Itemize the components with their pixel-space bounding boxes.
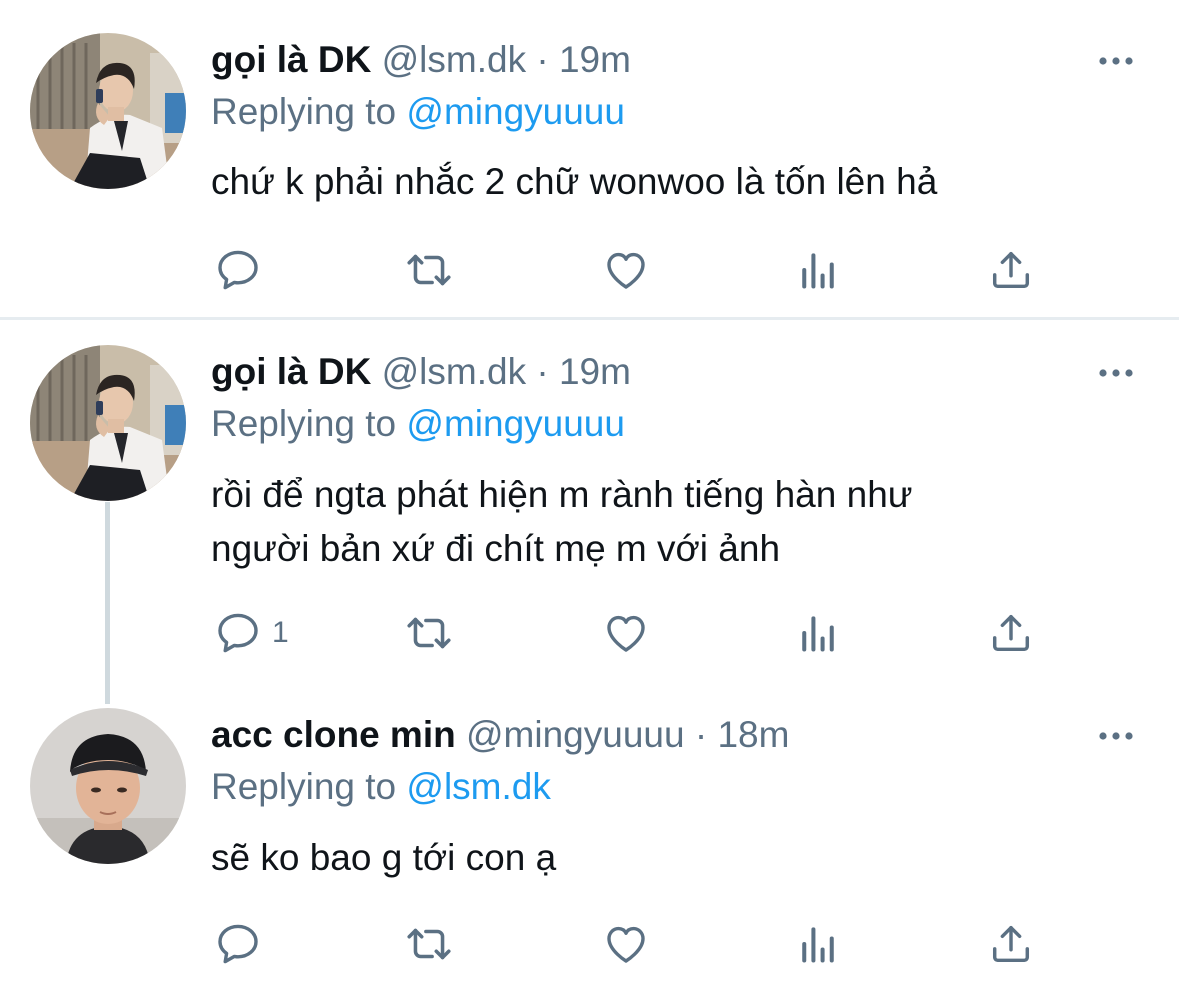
share-icon [988,247,1034,293]
retweet-icon [404,245,454,295]
reply-count: 1 [272,616,289,649]
tweet-text-line: sẽ ko bao g tới con ạ [211,837,557,878]
replying-to: Replying to @lsm.dk [211,765,551,809]
tweet-header: gọi là DK @lsm.dk · 19m [211,350,631,394]
reply-icon [214,609,262,657]
replying-label: Replying to [211,403,397,444]
reply-button[interactable]: 1 [214,608,289,658]
like-icon [602,246,650,294]
retweet-icon [404,919,454,969]
thread-connector [105,502,110,704]
tweet-text-line: rồi để ngta phát hiện m rành tiếng hàn n… [211,474,913,515]
mention-link[interactable]: @lsm.dk [406,766,550,807]
share-icon [988,921,1034,967]
share-icon [988,610,1034,656]
mention-link[interactable]: @mingyuuuu [406,403,625,444]
like-icon [602,920,650,968]
separator-dot: · [536,39,549,80]
more-icon[interactable] [1096,51,1136,71]
analytics-icon [796,611,840,655]
retweet-icon [404,608,454,658]
display-name[interactable]: gọi là DK [211,39,371,80]
user-handle[interactable]: @mingyuuuu [466,714,685,755]
analytics-icon [796,248,840,292]
action-bar: 1 [0,608,1179,658]
tweet-text-line: người bản xứ đi chít mẹ m với ảnh [211,528,781,569]
share-button[interactable] [988,608,1034,658]
reply-button[interactable] [214,245,272,295]
retweet-button[interactable] [404,919,454,969]
replying-label: Replying to [211,766,397,807]
avatar[interactable] [30,33,186,189]
analytics-button[interactable] [796,608,840,658]
reply-icon [214,920,262,968]
replying-to: Replying to @mingyuuuu [211,90,625,134]
like-button[interactable] [602,245,650,295]
user-handle[interactable]: @lsm.dk [382,39,526,80]
user-handle[interactable]: @lsm.dk [382,351,526,392]
tweet-header: gọi là DK @lsm.dk · 19m [211,38,631,82]
more-icon[interactable] [1096,726,1136,746]
replying-label: Replying to [211,91,397,132]
display-name[interactable]: acc clone min [211,714,456,755]
like-button[interactable] [602,919,650,969]
reply-icon [214,246,262,294]
replying-to: Replying to @mingyuuuu [211,402,625,446]
tweet-text: chứ k phải nhắc 2 chữ wonwoo là tốn lên … [211,155,1131,209]
separator-dot: · [694,714,708,755]
tweet[interactable]: gọi là DK @lsm.dk · 19m Replying to @min… [0,320,1179,705]
timestamp[interactable]: 19m [559,39,631,80]
more-icon[interactable] [1096,363,1136,383]
mention-link[interactable]: @mingyuuuu [406,91,625,132]
action-bar [0,245,1179,295]
tweet-text: rồi để ngta phát hiện m rành tiếng hàn n… [211,468,1131,576]
timestamp[interactable]: 19m [559,351,631,392]
share-button[interactable] [988,245,1034,295]
avatar[interactable] [30,708,186,864]
analytics-button[interactable] [796,245,840,295]
analytics-icon [796,922,840,966]
retweet-button[interactable] [404,245,454,295]
analytics-button[interactable] [796,919,840,969]
reply-button[interactable] [214,919,272,969]
action-bar [0,919,1179,969]
separator-dot: · [536,351,549,392]
timestamp[interactable]: 18m [717,714,789,755]
tweet-text-line: chứ k phải nhắc 2 chữ wonwoo là tốn lên … [211,161,938,202]
display-name[interactable]: gọi là DK [211,351,371,392]
tweet-text: sẽ ko bao g tới con ạ [211,831,1131,885]
retweet-button[interactable] [404,608,454,658]
tweet[interactable]: gọi là DK @lsm.dk · 19m Replying to @min… [0,0,1179,317]
avatar[interactable] [30,345,186,501]
like-button[interactable] [602,608,650,658]
share-button[interactable] [988,919,1034,969]
tweet[interactable]: acc clone min @mingyuuuu · 18m Replying … [0,705,1179,987]
tweet-header: acc clone min @mingyuuuu · 18m [211,713,789,757]
like-icon [602,609,650,657]
